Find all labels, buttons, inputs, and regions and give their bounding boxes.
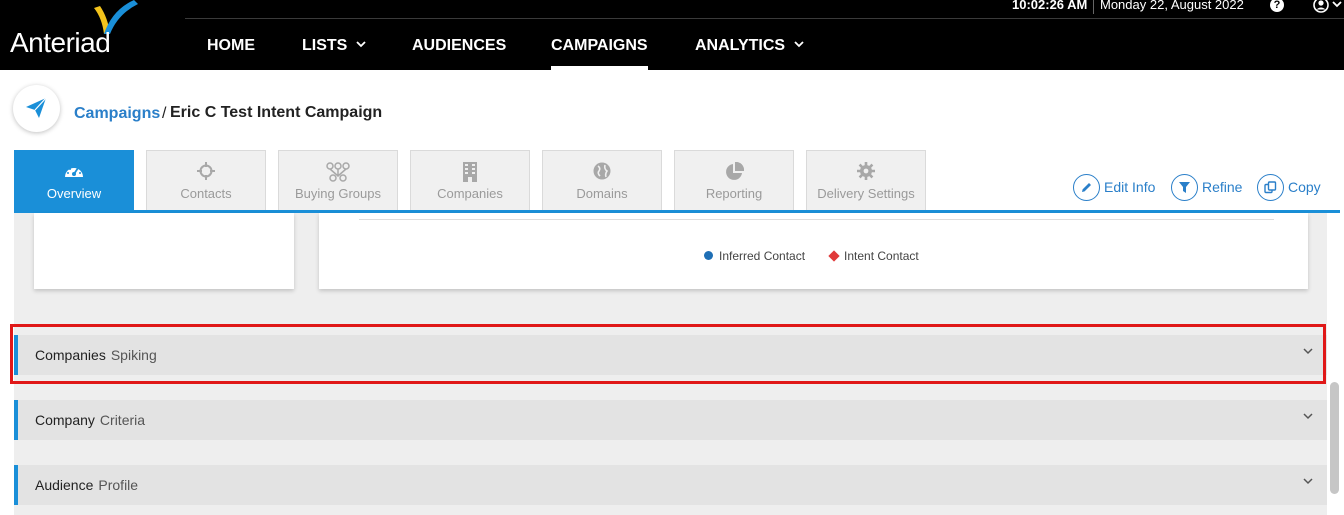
group-icon [326,162,350,182]
legend-intent-label: Intent Contact [844,249,919,263]
nav-campaigns-label: CAMPAIGNS [551,37,648,54]
nav-audiences-label: AUDIENCES [412,37,507,54]
paper-plane-icon [26,97,47,118]
filter-icon [1179,182,1190,193]
chevron-down-icon [356,41,366,48]
legend-circle-marker [704,251,713,260]
scrollbar-thumb[interactable] [1330,382,1339,494]
legend-inferred-label: Inferred Contact [719,249,806,263]
chevron-down-icon[interactable] [1303,413,1313,420]
chevron-down-icon[interactable] [1303,348,1313,355]
clock-separator [1093,0,1094,14]
copy-icon [1264,181,1277,194]
help-icon[interactable]: ? [1270,0,1284,12]
refine-label: Refine [1202,179,1243,195]
breadcrumb-current-page: Eric C Test Intent Campaign [170,104,383,121]
nav-home-label: HOME [207,37,255,54]
tab-contacts[interactable]: Contacts [146,150,266,210]
nav-analytics[interactable]: ANALYTICS [695,36,804,56]
building-icon [463,162,477,182]
nav-lists-label: LISTS [302,37,348,54]
section-audience-profile[interactable]: Audience Profile [14,465,1327,505]
tab-reporting-label: Reporting [705,186,763,201]
breadcrumb-separator: / [162,105,167,122]
tab-companies[interactable]: Companies [410,150,530,210]
edit-info-circle [1073,174,1100,201]
section-title-sub: Criteria [99,412,146,428]
tab-companies-label: Companies [437,186,503,201]
gear-icon [857,162,875,180]
contacts-chart-card: Inferred Contact Intent Contact [319,213,1308,289]
user-account-icon[interactable] [1313,0,1343,15]
clock-time: 10:02:26 AM [1012,0,1088,12]
summary-card [34,213,294,289]
legend-diamond-marker [828,250,840,262]
tab-delivery-settings[interactable]: Delivery Settings [806,150,926,210]
app-root: Anteriad 10:02:26 AM Monday 22, August 2… [0,0,1344,515]
campaign-badge [13,85,60,132]
chevron-down-icon [794,41,804,48]
section-title-main: Audience [35,477,94,493]
pie-chart-icon [726,162,744,180]
breadcrumb-campaigns-link[interactable]: Campaigns [74,104,160,124]
crosshair-icon [197,162,215,180]
chevron-down-icon[interactable] [1303,478,1313,485]
section-company-criteria[interactable]: Company Criteria [14,400,1327,440]
top-bar: Anteriad 10:02:26 AM Monday 22, August 2… [0,0,1344,70]
section-title-sub: Spiking [110,347,157,363]
tab-buying-groups-label: Buying Groups [295,186,381,201]
chart-baseline [359,219,1274,220]
anteriad-logo[interactable]: Anteriad [8,0,148,62]
tab-delivery-settings-label: Delivery Settings [817,186,915,201]
clock-date: Monday 22, August 2022 [1100,0,1244,12]
edit-info-label: Edit Info [1104,179,1156,195]
nav-analytics-label: ANALYTICS [695,37,786,54]
section-title: Company Criteria [35,412,145,428]
header-divider [185,18,1344,19]
tab-domains-label: Domains [576,186,628,201]
nav-active-indicator [551,66,648,70]
tab-overview[interactable]: Overview [14,150,134,210]
tab-contacts-label: Contacts [180,186,232,201]
globe-icon [593,162,611,180]
copy-circle [1257,174,1284,201]
tab-buying-groups[interactable]: Buying Groups [278,150,398,210]
tab-domains[interactable]: Domains [542,150,662,210]
section-title-main: Company [35,412,95,428]
tab-overview-label: Overview [46,186,102,201]
nav-lists[interactable]: LISTS [302,36,366,56]
logo-text: Anteriad [10,27,111,58]
section-title-main: Companies [35,347,106,363]
tab-reporting[interactable]: Reporting [674,150,794,210]
section-title-sub: Profile [98,477,139,493]
pencil-icon [1082,183,1091,192]
nav-audiences[interactable]: AUDIENCES [412,36,506,56]
dashboard-gauge-icon [65,166,83,177]
copy-label: Copy [1288,179,1321,195]
section-title: Companies Spiking [35,347,157,363]
refine-circle [1171,174,1198,201]
nav-home[interactable]: HOME [207,36,255,56]
section-title: Audience Profile [35,477,138,493]
nav-campaigns[interactable]: CAMPAIGNS [551,36,648,56]
section-companies-spiking[interactable]: Companies Spiking [14,335,1327,375]
